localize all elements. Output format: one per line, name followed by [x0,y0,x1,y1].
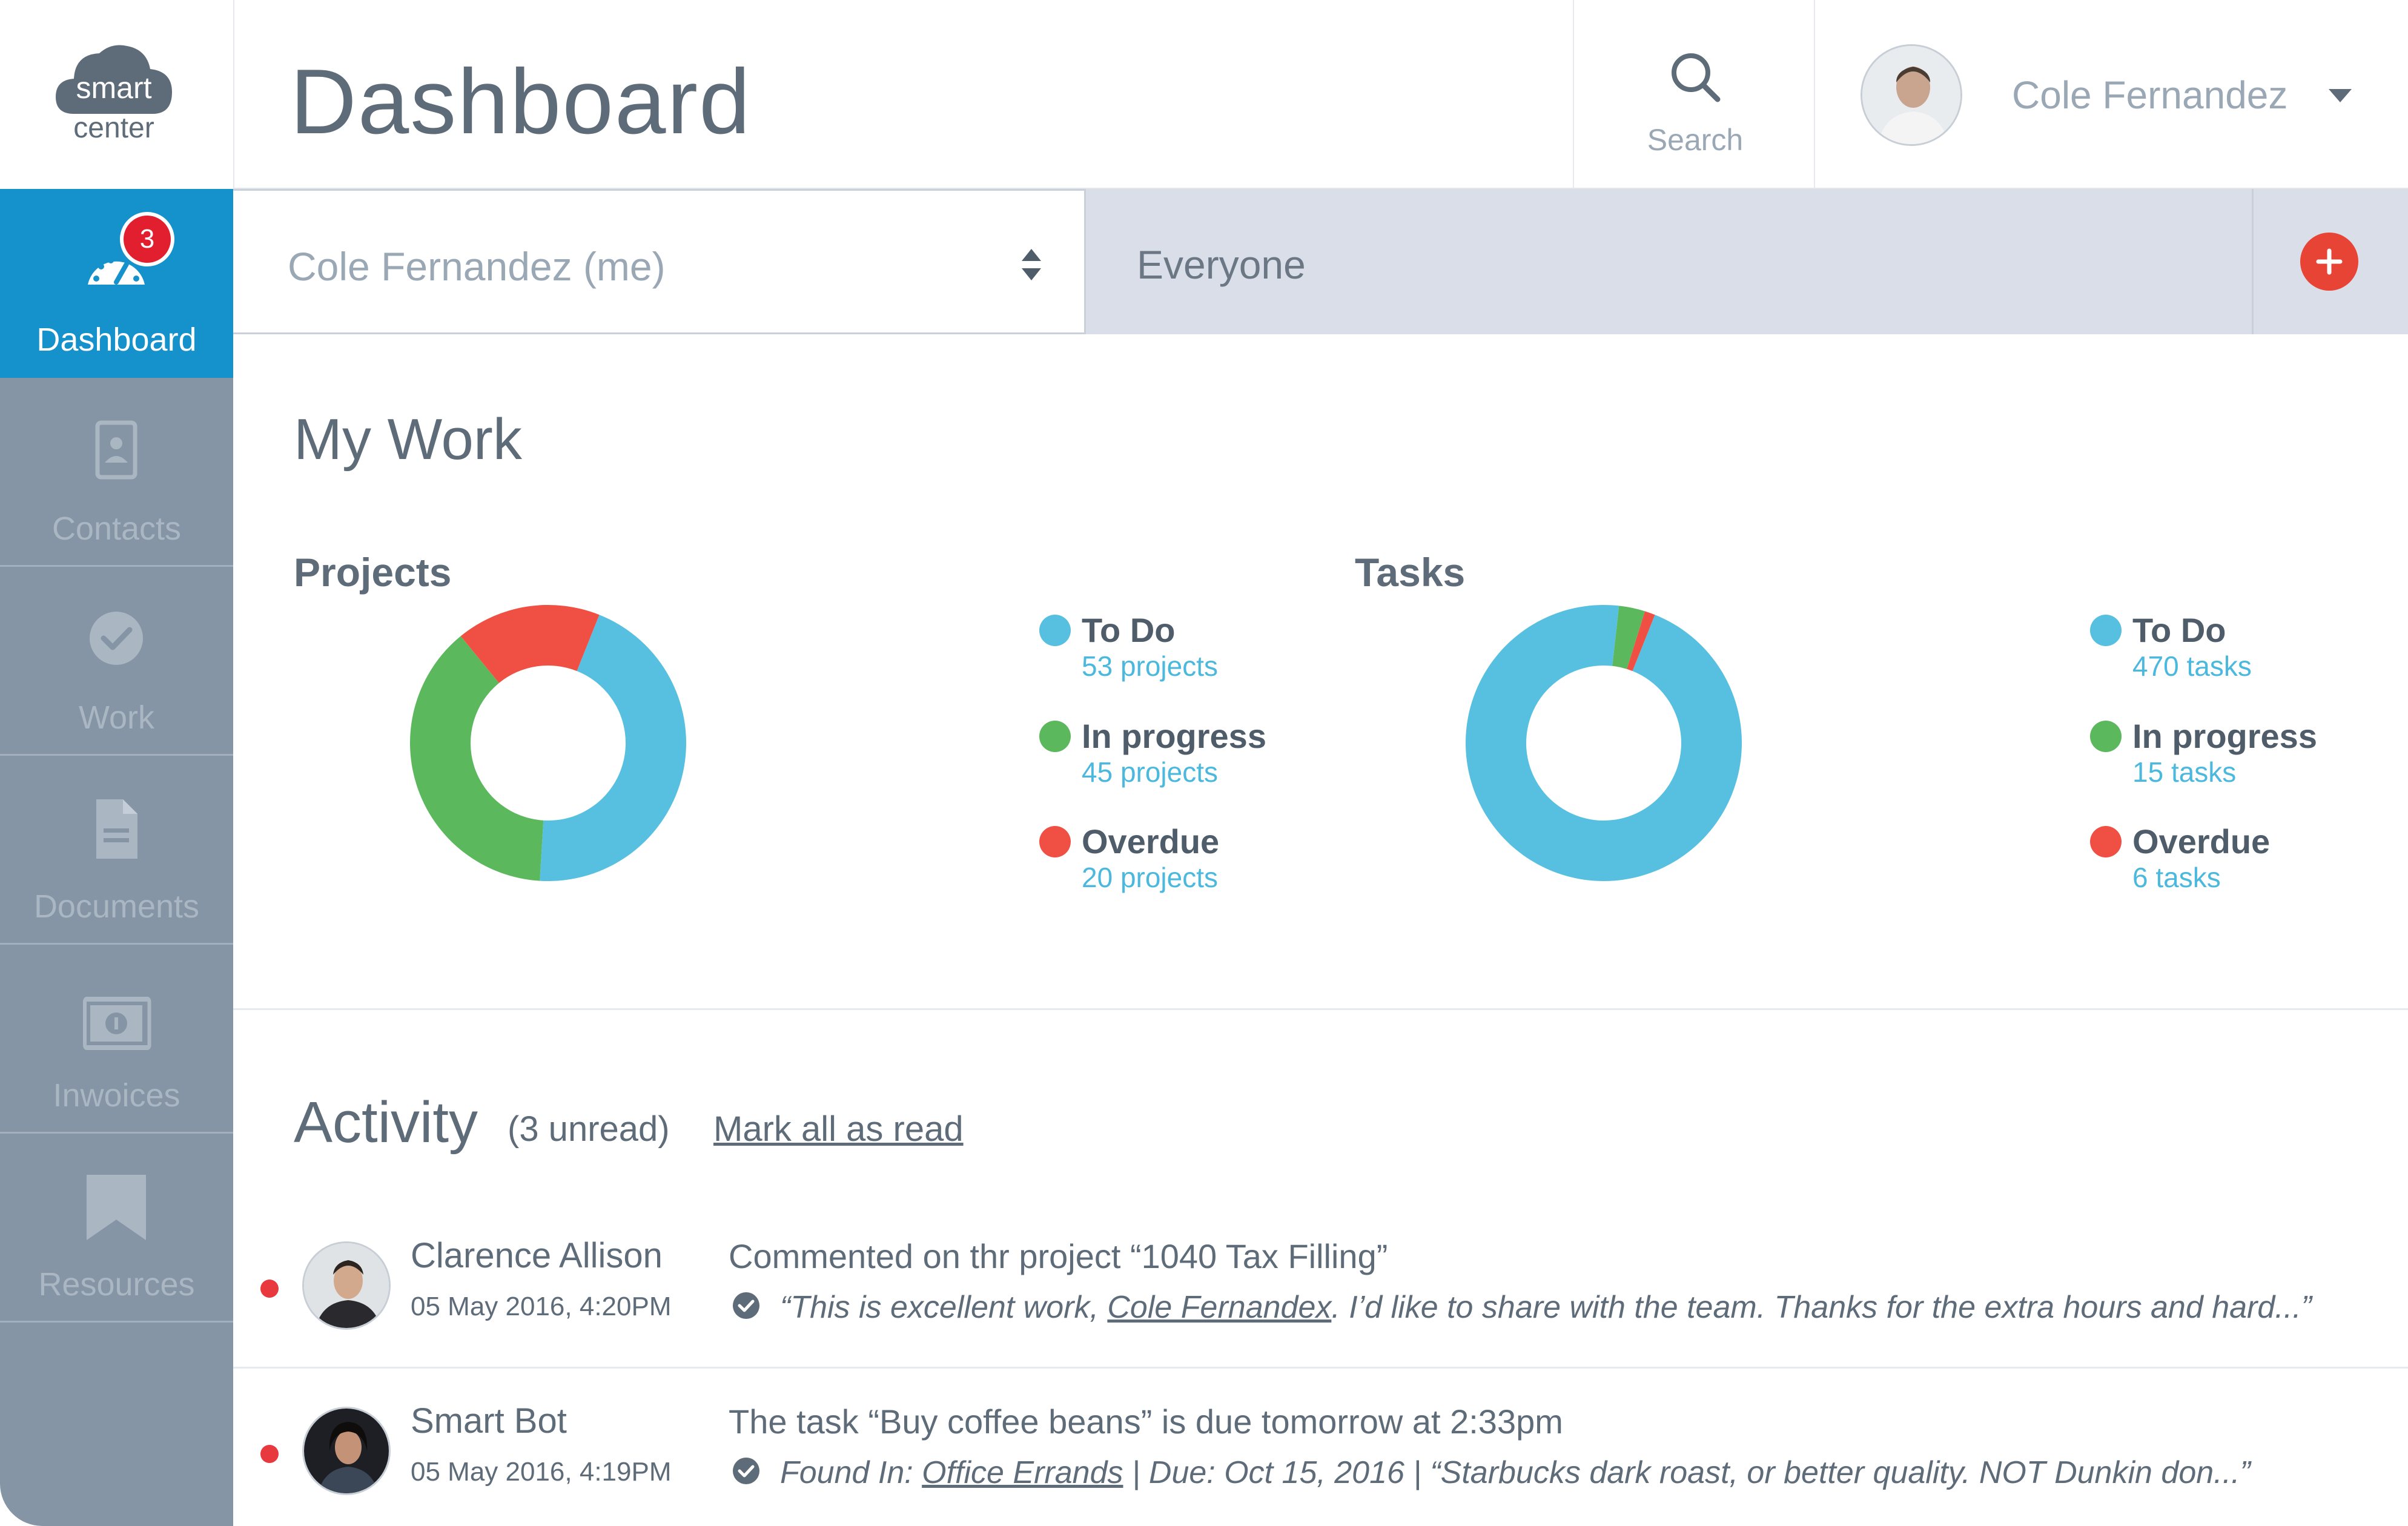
legend-count: 6 tasks [2132,862,2221,893]
user-menu-caret-icon[interactable] [2329,89,2352,102]
avatar [302,1407,391,1495]
sidebar-item-label: Inwoices [53,1077,180,1114]
sort-arrows-icon [1022,249,1041,280]
tasks-chart-title: Tasks [1355,550,1466,595]
legend-count: 45 projects [1082,756,1219,788]
sidebar-item-resources[interactable]: Resources [0,1134,233,1323]
user-photo-icon [1862,46,1960,144]
bookmark-icon [87,1175,146,1240]
check-circle-icon [90,612,143,665]
user-select[interactable]: Cole Fernandez (me) [233,189,1086,334]
page-title: Dashboard [290,50,752,153]
logo-text-smart: smart [76,71,152,105]
mention-link[interactable]: Cole Fernandex [1107,1290,1331,1325]
search-label: Search [1647,123,1744,157]
unread-count: (3 unread) [508,1109,670,1149]
activity-row[interactable]: Smart Bot 05 May 2016, 4:19PM The task “… [233,1370,2408,1526]
legend-dot [2090,721,2122,752]
projects-chart-title: Projects [294,550,452,595]
legend-dot [1039,826,1071,857]
section-divider [233,1008,2408,1010]
activity-time: 05 May 2016, 4:19PM [411,1457,672,1487]
search-button[interactable]: Search [1573,0,1815,188]
legend-label: To Do [2132,611,2226,649]
user-photo-icon [304,1409,389,1493]
legend-dot [2090,826,2122,857]
comment-text: . I’d like to share with the team. Thank… [1331,1290,2312,1325]
filter-bar: Cole Fernandez (me) Everyone [233,189,2408,334]
legend-label: Overdue [2132,822,2271,860]
activity-author[interactable]: Smart Bot [411,1404,567,1439]
activity-author[interactable]: Clarence Allison [411,1238,663,1273]
sidebar-item-label: Work [78,699,154,736]
my-work-title: My Work [294,407,522,472]
notification-badge: 3 [120,212,174,266]
document-icon [96,799,137,859]
comment-text: Found In: [780,1455,922,1490]
activity-time: 05 May 2016, 4:20PM [411,1292,672,1321]
sidebar-item-documents[interactable]: Documents [0,756,233,945]
avatar[interactable] [1861,44,1962,146]
tasks-donut-chart [1466,605,1742,881]
logo[interactable]: smart center [0,0,233,189]
legend-count: 15 tasks [2132,756,2237,788]
activity-title: Activity [294,1090,478,1155]
sidebar-item-label: Dashboard [36,322,197,358]
contact-book-icon [95,420,137,480]
banknote-icon [83,997,151,1050]
activity-comment: “This is excellent work, Cole Fernandex.… [780,1292,2312,1323]
mark-all-read-link[interactable]: Mark all as read [713,1112,964,1147]
comment-text: “This is excellent work, [780,1290,1108,1325]
sidebar-item-label: Contacts [51,510,182,547]
user-photo-icon [304,1243,389,1328]
check-circle-icon [733,1458,759,1484]
activity-comment: Found In: Office Errands | Due: Oct 15, … [780,1457,2251,1488]
legend-dot [1039,615,1071,646]
legend-label: In progress [2132,717,2317,755]
comment-text: | Due: Oct 15, 2016 | “Starbucks dark ro… [1123,1455,2251,1490]
logo-text-center: center [73,112,154,144]
legend-label: In progress [1082,717,1266,755]
unread-indicator [260,1280,279,1298]
legend-dot [2090,615,2122,646]
legend-label: To Do [1082,611,1176,649]
activity-row[interactable]: Clarence Allison 05 May 2016, 4:20PM Com… [233,1205,2408,1369]
sidebar-item-work[interactable]: Work [0,567,233,756]
legend-count: 470 tasks [2132,650,2252,682]
legend-dot [1039,721,1071,752]
donut-slice-to-do [1466,605,1742,881]
add-button[interactable] [2300,233,2358,291]
projects-donut-chart [410,605,686,881]
divider [2252,189,2254,334]
avatar [302,1241,391,1330]
sidebar-item-contacts[interactable]: Contacts [0,378,233,567]
legend-count: 20 projects [1082,862,1219,893]
user-name[interactable]: Cole Fernandez [2012,76,2287,114]
unread-indicator [260,1445,279,1463]
scope-everyone[interactable]: Everyone [1137,245,1306,285]
top-header: Dashboard Search Cole Fernandez [233,0,2408,189]
donut-slice-in-progress [410,636,544,881]
sidebar-item-dashboard[interactable]: Dashboard [0,189,233,378]
legend-label: Overdue [1082,822,1220,860]
activity-action: Commented on thr project “1040 Tax Filli… [729,1237,1388,1275]
check-circle-icon [733,1292,759,1319]
project-link[interactable]: Office Errands [922,1455,1123,1490]
legend-count: 53 projects [1082,650,1219,682]
sidebar-item-label: Resources [38,1266,195,1303]
sidebar: smart center Dashboard 3 Contacts Work D… [0,0,233,1526]
plus-icon [2316,248,2343,275]
search-icon [1672,53,1721,102]
sidebar-item-label: Documents [33,888,200,925]
activity-action: The task “Buy coffee beans” is due tomor… [729,1402,1563,1441]
sidebar-item-invoices[interactable]: Inwoices [0,945,233,1134]
user-select-value: Cole Fernandez (me) [288,244,666,289]
